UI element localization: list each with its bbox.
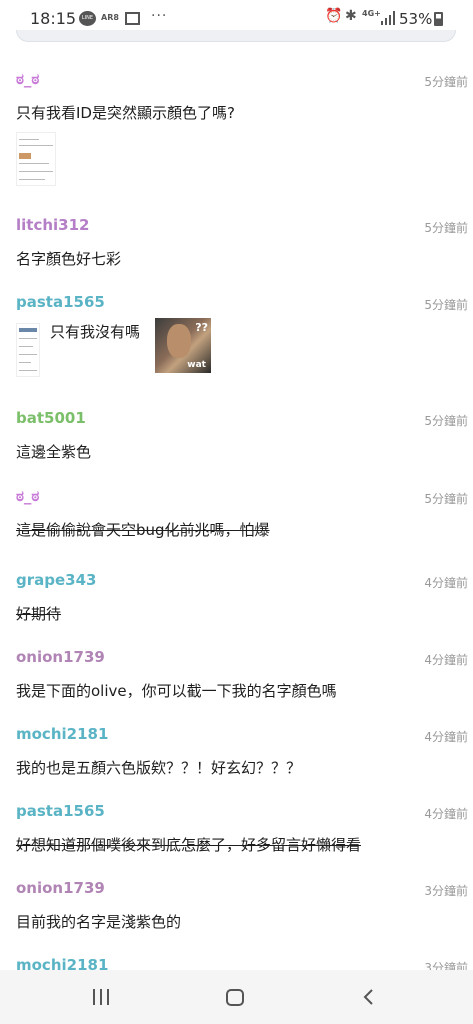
meme-caption-question: ?? — [195, 321, 208, 334]
comment-author[interactable]: litchi312 — [16, 216, 89, 234]
battery-percent: 53% — [399, 10, 433, 28]
navigation-bar — [0, 970, 473, 1024]
comment-text: 這邊全紫色 — [16, 443, 92, 461]
comment-time: 5分鐘前 — [424, 298, 468, 312]
comment-time: 5分鐘前 — [424, 492, 468, 506]
comment-author[interactable]: ಠ_ಠ — [16, 487, 39, 505]
alarm-icon: ⏰ — [325, 8, 343, 24]
network-icon: 4G+ — [362, 9, 381, 18]
comment-text: 這是偷偷說會天空bug化前兆嗎，怕爆 — [16, 521, 270, 539]
comment-text: 好想知道那個噗後來到底怎麼了，好多留言好懶得看 — [16, 836, 362, 854]
comment-time: 4分鐘前 — [424, 576, 468, 590]
comment-text: 好期待 — [16, 605, 62, 623]
comment-time: 5分鐘前 — [424, 414, 468, 428]
line-icon: LINE — [79, 11, 96, 26]
comment-text: 我的也是五顏六色版欸？？！好玄幻？？？ — [16, 759, 302, 777]
meme-image[interactable]: ?? wat — [155, 318, 211, 373]
comment-author[interactable]: pasta1565 — [16, 293, 105, 311]
clock: 18:15 — [30, 9, 77, 28]
comment-text: 目前我的名字是淺紫色的 — [16, 913, 182, 931]
recent-apps-icon[interactable] — [93, 989, 111, 1005]
comment-list[interactable]: ಠ_ಠ 5分鐘前 只有我看ID是突然顯示顏色了嗎? litchi312 5分鐘前… — [0, 38, 473, 970]
comment-author[interactable]: ಠ_ಠ — [16, 70, 39, 88]
comment-time: 5分鐘前 — [424, 75, 468, 89]
comment-time: 3分鐘前 — [424, 961, 468, 970]
comment-text: 只有我看ID是突然顯示顏色了嗎? — [16, 104, 235, 122]
comment-author[interactable]: bat5001 — [16, 409, 86, 427]
comment-time: 3分鐘前 — [424, 884, 468, 898]
screenshot-thumbnail[interactable] — [16, 132, 56, 186]
comment-author[interactable]: pasta1565 — [16, 802, 105, 820]
comment-time: 4分鐘前 — [424, 807, 468, 821]
comment-text: 我是下面的olive，你可以截一下我的名字顏色嗎 — [16, 682, 337, 700]
battery-icon — [434, 12, 443, 26]
comment-time: 4分鐘前 — [424, 730, 468, 744]
signal-icon — [381, 11, 395, 25]
comment-text: 名字顏色好七彩 — [16, 250, 122, 268]
comment-author[interactable]: onion1739 — [16, 879, 105, 897]
comment-author[interactable]: mochi2181 — [16, 725, 108, 743]
more-icon: ··· — [151, 8, 168, 24]
comment-author[interactable]: grape343 — [16, 571, 96, 589]
comment-text: 只有我沒有嗎 — [50, 323, 141, 341]
screenshot-thumbnail[interactable] — [16, 323, 40, 377]
home-icon[interactable] — [226, 989, 244, 1006]
comment-author[interactable]: onion1739 — [16, 648, 105, 666]
comment-time: 4分鐘前 — [424, 653, 468, 667]
comment-author[interactable]: mochi2181 — [16, 956, 108, 970]
back-icon[interactable] — [361, 989, 377, 1005]
bluetooth-icon: ✱ — [345, 8, 357, 24]
meme-caption-wat: wat — [187, 360, 206, 370]
comment-time: 5分鐘前 — [424, 221, 468, 235]
ar-icon: AR8 — [101, 13, 119, 22]
image-icon — [125, 12, 140, 25]
